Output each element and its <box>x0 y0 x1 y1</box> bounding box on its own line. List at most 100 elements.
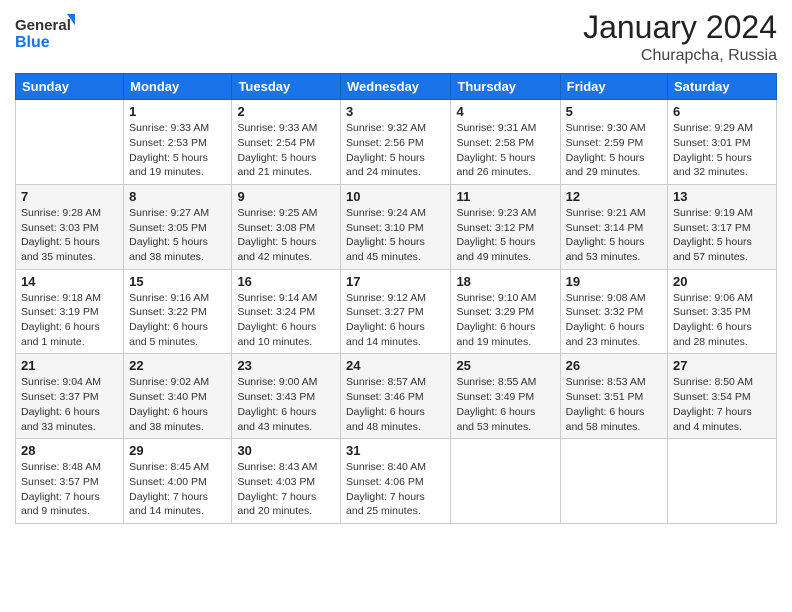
calendar-cell: 12Sunrise: 9:21 AM Sunset: 3:14 PM Dayli… <box>560 184 667 269</box>
day-info: Sunrise: 8:43 AM Sunset: 4:03 PM Dayligh… <box>237 460 335 519</box>
svg-text:General: General <box>15 17 71 34</box>
calendar-cell: 8Sunrise: 9:27 AM Sunset: 3:05 PM Daylig… <box>124 184 232 269</box>
day-number: 12 <box>566 189 662 204</box>
day-info: Sunrise: 9:16 AM Sunset: 3:22 PM Dayligh… <box>129 291 226 350</box>
day-info: Sunrise: 9:10 AM Sunset: 3:29 PM Dayligh… <box>456 291 554 350</box>
week-row-3: 14Sunrise: 9:18 AM Sunset: 3:19 PM Dayli… <box>16 269 777 354</box>
calendar-cell: 10 Sunrise: 9:24 AM Sunset: 3:10 PM Dayli… <box>341 184 451 269</box>
calendar-cell: 15 Sunrise: 9:16 AM Sunset: 3:22 PM Dayli… <box>124 269 232 354</box>
day-info: Sunrise: 9:19 AM Sunset: 3:17 PM Dayligh… <box>673 206 771 265</box>
day-info: Sunrise: 9:27 AM Sunset: 3:05 PM Dayligh… <box>129 206 226 265</box>
day-number: 30 <box>237 443 335 458</box>
day-info: Sunrise: 9:12 AM Sunset: 3:27 PM Dayligh… <box>346 291 445 350</box>
calendar-cell: 29 Sunrise: 8:45 AM Sunset: 4:00 PM Dayli… <box>124 439 232 524</box>
day-number: 27 <box>673 358 771 373</box>
day-number: 17 <box>346 274 445 289</box>
day-info: Sunrise: 8:57 AM Sunset: 3:46 PM Dayligh… <box>346 375 445 434</box>
day-info: Sunrise: 9:08 AM Sunset: 3:32 PM Dayligh… <box>566 291 662 350</box>
weekday-header-thursday: Thursday <box>451 74 560 100</box>
day-info: Sunrise: 9:02 AM Sunset: 3:40 PM Dayligh… <box>129 375 226 434</box>
day-number: 5 <box>566 104 662 119</box>
day-info: Sunrise: 9:28 AM Sunset: 3:03 PM Dayligh… <box>21 206 118 265</box>
day-number: 24 <box>346 358 445 373</box>
weekday-header-row: SundayMondayTuesdayWednesdayThursdayFrid… <box>16 74 777 100</box>
calendar-cell: 7 Sunrise: 9:28 AM Sunset: 3:03 PM Daylig… <box>16 184 124 269</box>
calendar-cell: 13Sunrise: 9:19 AM Sunset: 3:17 PM Dayli… <box>668 184 777 269</box>
title-block: January 2024 Churapcha, Russia <box>583 10 777 65</box>
day-number: 26 <box>566 358 662 373</box>
location: Churapcha, Russia <box>583 47 777 65</box>
week-row-4: 21 Sunrise: 9:04 AM Sunset: 3:37 PM Dayli… <box>16 354 777 439</box>
day-info: Sunrise: 9:00 AM Sunset: 3:43 PM Dayligh… <box>237 375 335 434</box>
day-number: 6 <box>673 104 771 119</box>
weekday-header-wednesday: Wednesday <box>341 74 451 100</box>
calendar-cell: 16 Sunrise: 9:14 AM Sunset: 3:24 PM Dayli… <box>232 269 341 354</box>
day-info: Sunrise: 9:33 AM Sunset: 2:53 PM Dayligh… <box>129 121 226 180</box>
calendar-cell: 14Sunrise: 9:18 AM Sunset: 3:19 PM Dayli… <box>16 269 124 354</box>
calendar-cell: 24 Sunrise: 8:57 AM Sunset: 3:46 PM Dayli… <box>341 354 451 439</box>
day-info: Sunrise: 9:31 AM Sunset: 2:58 PM Dayligh… <box>456 121 554 180</box>
day-info: Sunrise: 9:24 AM Sunset: 3:10 PM Dayligh… <box>346 206 445 265</box>
weekday-header-friday: Friday <box>560 74 667 100</box>
day-number: 18 <box>456 274 554 289</box>
day-number: 1 <box>129 104 226 119</box>
day-info: Sunrise: 9:14 AM Sunset: 3:24 PM Dayligh… <box>237 291 335 350</box>
day-info: Sunrise: 9:04 AM Sunset: 3:37 PM Dayligh… <box>21 375 118 434</box>
calendar-cell: 19 Sunrise: 9:08 AM Sunset: 3:32 PM Dayli… <box>560 269 667 354</box>
calendar-cell: 17 Sunrise: 9:12 AM Sunset: 3:27 PM Dayli… <box>341 269 451 354</box>
week-row-5: 28 Sunrise: 8:48 AM Sunset: 3:57 PM Dayli… <box>16 439 777 524</box>
calendar-cell: 4Sunrise: 9:31 AM Sunset: 2:58 PM Daylig… <box>451 100 560 185</box>
calendar-cell: 1 Sunrise: 9:33 AM Sunset: 2:53 PM Daylig… <box>124 100 232 185</box>
calendar-cell <box>668 439 777 524</box>
svg-text:Blue: Blue <box>15 34 50 51</box>
calendar-cell <box>16 100 124 185</box>
day-info: Sunrise: 9:33 AM Sunset: 2:54 PM Dayligh… <box>237 121 335 180</box>
day-info: Sunrise: 8:50 AM Sunset: 3:54 PM Dayligh… <box>673 375 771 434</box>
day-info: Sunrise: 9:25 AM Sunset: 3:08 PM Dayligh… <box>237 206 335 265</box>
header: General Blue January 2024 Churapcha, Rus… <box>15 10 777 65</box>
calendar-cell <box>560 439 667 524</box>
weekday-header-sunday: Sunday <box>16 74 124 100</box>
day-number: 22 <box>129 358 226 373</box>
day-number: 29 <box>129 443 226 458</box>
calendar-cell: 28 Sunrise: 8:48 AM Sunset: 3:57 PM Dayli… <box>16 439 124 524</box>
day-number: 14 <box>21 274 118 289</box>
calendar-cell: 20Sunrise: 9:06 AM Sunset: 3:35 PM Dayli… <box>668 269 777 354</box>
day-number: 3 <box>346 104 445 119</box>
day-number: 7 <box>21 189 118 204</box>
day-info: Sunrise: 8:53 AM Sunset: 3:51 PM Dayligh… <box>566 375 662 434</box>
calendar-cell: 27 Sunrise: 8:50 AM Sunset: 3:54 PM Dayli… <box>668 354 777 439</box>
day-number: 21 <box>21 358 118 373</box>
day-number: 28 <box>21 443 118 458</box>
page: General Blue January 2024 Churapcha, Rus… <box>0 0 792 612</box>
calendar-cell: 9 Sunrise: 9:25 AM Sunset: 3:08 PM Daylig… <box>232 184 341 269</box>
logo: General Blue <box>15 10 75 52</box>
calendar-cell: 5 Sunrise: 9:30 AM Sunset: 2:59 PM Daylig… <box>560 100 667 185</box>
day-number: 31 <box>346 443 445 458</box>
calendar-cell: 26 Sunrise: 8:53 AM Sunset: 3:51 PM Dayli… <box>560 354 667 439</box>
day-info: Sunrise: 8:48 AM Sunset: 3:57 PM Dayligh… <box>21 460 118 519</box>
calendar: SundayMondayTuesdayWednesdayThursdayFrid… <box>15 73 777 524</box>
calendar-cell: 18 Sunrise: 9:10 AM Sunset: 3:29 PM Dayli… <box>451 269 560 354</box>
day-number: 19 <box>566 274 662 289</box>
month-year: January 2024 <box>583 10 777 45</box>
day-number: 2 <box>237 104 335 119</box>
day-number: 10 <box>346 189 445 204</box>
weekday-header-tuesday: Tuesday <box>232 74 341 100</box>
day-number: 16 <box>237 274 335 289</box>
logo-svg: General Blue <box>15 10 75 52</box>
day-number: 11 <box>456 189 554 204</box>
calendar-cell: 2 Sunrise: 9:33 AM Sunset: 2:54 PM Daylig… <box>232 100 341 185</box>
day-number: 15 <box>129 274 226 289</box>
day-info: Sunrise: 8:45 AM Sunset: 4:00 PM Dayligh… <box>129 460 226 519</box>
week-row-2: 7 Sunrise: 9:28 AM Sunset: 3:03 PM Daylig… <box>16 184 777 269</box>
day-number: 9 <box>237 189 335 204</box>
weekday-header-saturday: Saturday <box>668 74 777 100</box>
day-info: Sunrise: 9:30 AM Sunset: 2:59 PM Dayligh… <box>566 121 662 180</box>
calendar-cell: 6Sunrise: 9:29 AM Sunset: 3:01 PM Daylig… <box>668 100 777 185</box>
day-info: Sunrise: 9:23 AM Sunset: 3:12 PM Dayligh… <box>456 206 554 265</box>
day-number: 23 <box>237 358 335 373</box>
day-info: Sunrise: 9:32 AM Sunset: 2:56 PM Dayligh… <box>346 121 445 180</box>
calendar-cell: 21 Sunrise: 9:04 AM Sunset: 3:37 PM Dayli… <box>16 354 124 439</box>
calendar-cell: 31Sunrise: 8:40 AM Sunset: 4:06 PM Dayli… <box>341 439 451 524</box>
